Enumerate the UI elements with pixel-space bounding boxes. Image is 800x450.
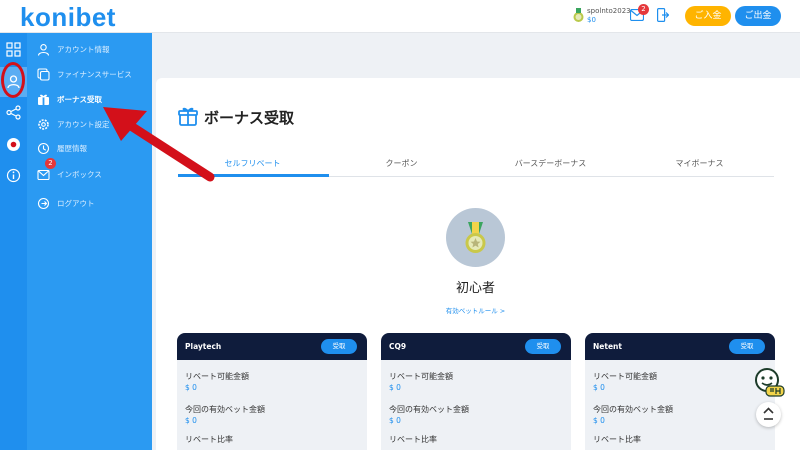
info-icon[interactable] (6, 168, 21, 183)
rebate-amount-label: リベート可能金額 (185, 372, 249, 381)
valid-bet-value: $ 0 (389, 416, 401, 425)
claim-button[interactable]: 受取 (321, 339, 357, 354)
valid-bet-label: 今回の有効ベット金額 (593, 405, 673, 414)
provider-card-playtech: Playtech 受取 リベート可能金額 $ 0 今回の有効ベット金額 $ 0 … (177, 333, 367, 450)
valid-bet-value: $ 0 (593, 416, 605, 425)
provider-name: CQ9 (389, 342, 407, 351)
provider-card-header: CQ9 受取 (381, 333, 571, 360)
top-bar: konibet spolnto2023 $0 2 ご入金 ご出金 (0, 0, 800, 33)
provider-card-cq9: CQ9 受取 リベート可能金額 $ 0 今回の有効ベット金額 $ 0 リベート比… (381, 333, 571, 450)
rebate-amount-value: $ 0 (593, 383, 605, 392)
provider-name: Netent (593, 342, 622, 351)
menu-item-logout[interactable]: ログアウト (37, 195, 149, 213)
provider-card-header: Playtech 受取 (177, 333, 367, 360)
bonus-tabs: セルフリベート クーポン バースデーボーナス マイボーナス (178, 155, 774, 177)
rebate-amount-label: リベート可能金額 (389, 372, 453, 381)
rebate-amount-value: $ 0 (185, 383, 197, 392)
valid-bet-value: $ 0 (185, 416, 197, 425)
back-to-top-button[interactable] (756, 402, 781, 427)
user-avatar-icon (573, 8, 584, 22)
user-icon (37, 44, 50, 56)
provider-name: Playtech (185, 342, 222, 351)
brand-logo[interactable]: konibet (20, 2, 116, 33)
deposit-button[interactable]: ご入金 (685, 6, 731, 26)
user-balance: $0 (587, 16, 596, 24)
tab-birthday-bonus[interactable]: バースデーボーナス (476, 155, 625, 173)
menu-item-account-info[interactable]: アカウント情報 (37, 41, 149, 59)
annotation-circle (1, 62, 25, 98)
provider-card-netent: Netent 受取 リベート可能金額 $ 0 今回の有効ベット金額 $ 0 リベ… (585, 333, 775, 450)
inbox-badge: 2 (45, 158, 56, 169)
chevron-up-icon (763, 407, 774, 420)
share-icon[interactable] (6, 105, 21, 120)
gear-icon (38, 119, 49, 130)
grid-icon[interactable] (6, 42, 21, 57)
withdraw-button[interactable]: ご出金 (735, 6, 781, 26)
rebate-ratio-label: リベート比率 (593, 435, 641, 444)
tab-coupon[interactable]: クーポン (327, 155, 476, 173)
rebate-amount-label: リベート可能金額 (593, 372, 657, 381)
level-medal (446, 208, 505, 267)
medal-icon (465, 222, 486, 253)
valid-bet-label: 今回の有効ベット金額 (185, 405, 265, 414)
inbox-icon (37, 169, 50, 181)
menu-item-label: ファイナンスサービス (57, 70, 132, 79)
menu-item-label: ログアウト (57, 199, 95, 208)
finance-icon (37, 68, 50, 81)
valid-bet-label: 今回の有効ベット金額 (389, 405, 469, 414)
gift-icon (38, 94, 49, 105)
logout-icon (37, 197, 50, 210)
user-info[interactable]: spolnto2023 $0 (572, 7, 632, 27)
menu-item-label: アカウント情報 (57, 45, 110, 54)
support-chat-icon[interactable] (752, 366, 786, 398)
mail-badge: 2 (638, 4, 649, 15)
rebate-ratio-label: リベート比率 (185, 435, 233, 444)
claim-button[interactable]: 受取 (729, 339, 765, 354)
history-icon (37, 142, 50, 155)
username: spolnto2023 (587, 7, 631, 15)
provider-card-header: Netent 受取 (585, 333, 775, 360)
level-name: 初心者 (455, 281, 495, 296)
logout-icon[interactable] (657, 8, 669, 22)
rebate-ratio-label: リベート比率 (389, 435, 437, 444)
japan-flag-icon[interactable] (6, 137, 21, 152)
claim-button[interactable]: 受取 (525, 339, 561, 354)
valid-bet-rule-link[interactable]: 有効ベットルール > (400, 305, 551, 315)
tab-my-bonus[interactable]: マイボーナス (625, 155, 774, 173)
rebate-amount-value: $ 0 (389, 383, 401, 392)
menu-item-label: 履歴情報 (57, 144, 87, 153)
annotation-arrow (103, 107, 215, 182)
menu-item-finance[interactable]: ファイナンスサービス (37, 66, 149, 84)
